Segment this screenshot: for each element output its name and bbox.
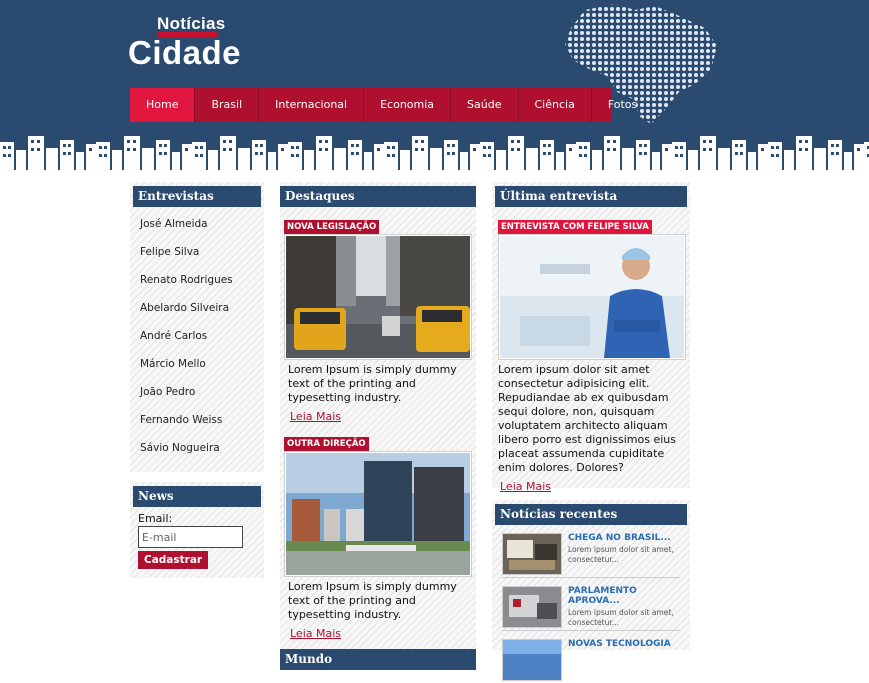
- nav-home[interactable]: Home: [130, 88, 196, 122]
- recent-thumbnail: [502, 586, 562, 628]
- recent-thumbnail: [502, 533, 562, 575]
- main-nav: Home Brasil Internacional Economia Saúde…: [130, 88, 637, 122]
- buildings-image: [286, 453, 470, 575]
- story-tag: OUTRA DIREÇÃO: [284, 437, 369, 451]
- doctor-image: [500, 236, 684, 358]
- mundo-title: Mundo: [280, 649, 476, 670]
- taxi-street-image: [286, 236, 470, 358]
- logo-main-text[interactable]: Cidade: [128, 34, 241, 72]
- recent-thumbnail: [502, 639, 562, 681]
- recent-title[interactable]: PARLAMENTO APROVA...: [568, 586, 678, 606]
- recent-desc: Lorem ipsum dolor sit amet, consectetur.…: [568, 545, 674, 564]
- story-text: Lorem Ipsum is simply dummy text of the …: [288, 363, 457, 404]
- entrevistas-box: Entrevistas José Almeida Felipe Silva Re…: [130, 182, 264, 472]
- entrevistas-title: Entrevistas: [133, 186, 261, 207]
- list-item[interactable]: Sávio Nogueira: [140, 439, 264, 467]
- recent-title[interactable]: CHEGA NO BRASIL...: [568, 533, 678, 543]
- nav-saude[interactable]: Saúde: [451, 88, 519, 122]
- ultima-entrevista-title: Última entrevista: [495, 186, 687, 207]
- entrevistas-list: José Almeida Felipe Silva Renato Rodrigu…: [130, 207, 264, 467]
- city-skyline-decoration: [0, 130, 869, 170]
- list-item[interactable]: João Pedro: [140, 383, 264, 411]
- leia-mais-link[interactable]: Leia Mais: [290, 627, 341, 640]
- ultima-entrevista-box: Última entrevista ENTREVISTA COM FELIPE …: [492, 182, 690, 493]
- interview-text: Lorem ipsum dolor sit amet consectetur a…: [498, 363, 676, 474]
- interview-feature: ENTREVISTA COM FELIPE SILVA Lorem ipsum …: [498, 214, 690, 494]
- nav-brasil[interactable]: Brasil: [195, 88, 260, 122]
- noticias-recentes-box: Notícias recentes CHEGA NO BRASIL... Lor…: [492, 500, 690, 681]
- story-image-buildings[interactable]: [284, 451, 472, 577]
- email-input[interactable]: [138, 526, 243, 548]
- list-item[interactable]: André Carlos: [140, 327, 264, 355]
- nav-fotos[interactable]: Fotos: [592, 88, 653, 122]
- logo-top-text[interactable]: Notícias: [157, 14, 226, 34]
- story-1: NOVA LEGISLAÇÃO Lorem Ipsum is simply du…: [284, 214, 476, 424]
- leia-mais-link[interactable]: Leia Mais: [500, 480, 551, 493]
- story-2: OUTRA DIREÇÃO Lorem Ipsum is simply dumm…: [284, 431, 476, 641]
- story-tag: NOVA LEGISLAÇÃO: [284, 220, 380, 234]
- recent-item[interactable]: PARLAMENTO APROVA... Lorem ipsum dolor s…: [502, 586, 680, 631]
- list-item[interactable]: Renato Rodrigues: [140, 271, 264, 299]
- list-item[interactable]: José Almeida: [140, 215, 264, 243]
- nav-internacional[interactable]: Internacional: [259, 88, 365, 122]
- list-item[interactable]: Márcio Mello: [140, 355, 264, 383]
- destaques-title: Destaques: [280, 186, 476, 207]
- list-item[interactable]: Abelardo Silveira: [140, 299, 264, 327]
- email-label: Email:: [138, 512, 173, 525]
- recent-item[interactable]: NOVAS TECNOLOGIA: [502, 639, 680, 683]
- leia-mais-link[interactable]: Leia Mais: [290, 410, 341, 423]
- destaques-box: Destaques NOVA LEGISLAÇÃO Lorem Ipsum is…: [280, 182, 476, 670]
- noticias-recentes-title: Notícias recentes: [495, 504, 687, 525]
- recent-desc: Lorem ipsum dolor sit amet, consectetur.…: [568, 608, 674, 627]
- nav-ciencia[interactable]: Ciência: [519, 88, 592, 122]
- cadastrar-button[interactable]: Cadastrar: [138, 551, 209, 569]
- site-header: Notícias Cidade Home Brasil Internaciona…: [0, 0, 869, 170]
- newsletter-box: News Email: Cadastrar: [130, 482, 264, 578]
- story-image-taxis[interactable]: [284, 234, 472, 360]
- list-item[interactable]: Felipe Silva: [140, 243, 264, 271]
- nav-economia[interactable]: Economia: [364, 88, 452, 122]
- interview-image[interactable]: [498, 234, 686, 360]
- list-item[interactable]: Fernando Weiss: [140, 411, 264, 439]
- recent-item[interactable]: CHEGA NO BRASIL... Lorem ipsum dolor sit…: [502, 533, 680, 578]
- story-text: Lorem Ipsum is simply dummy text of the …: [288, 580, 457, 621]
- newsletter-title: News: [133, 486, 261, 507]
- recent-title[interactable]: NOVAS TECNOLOGIA: [568, 639, 678, 649]
- interview-tag: ENTREVISTA COM FELIPE SILVA: [498, 220, 652, 234]
